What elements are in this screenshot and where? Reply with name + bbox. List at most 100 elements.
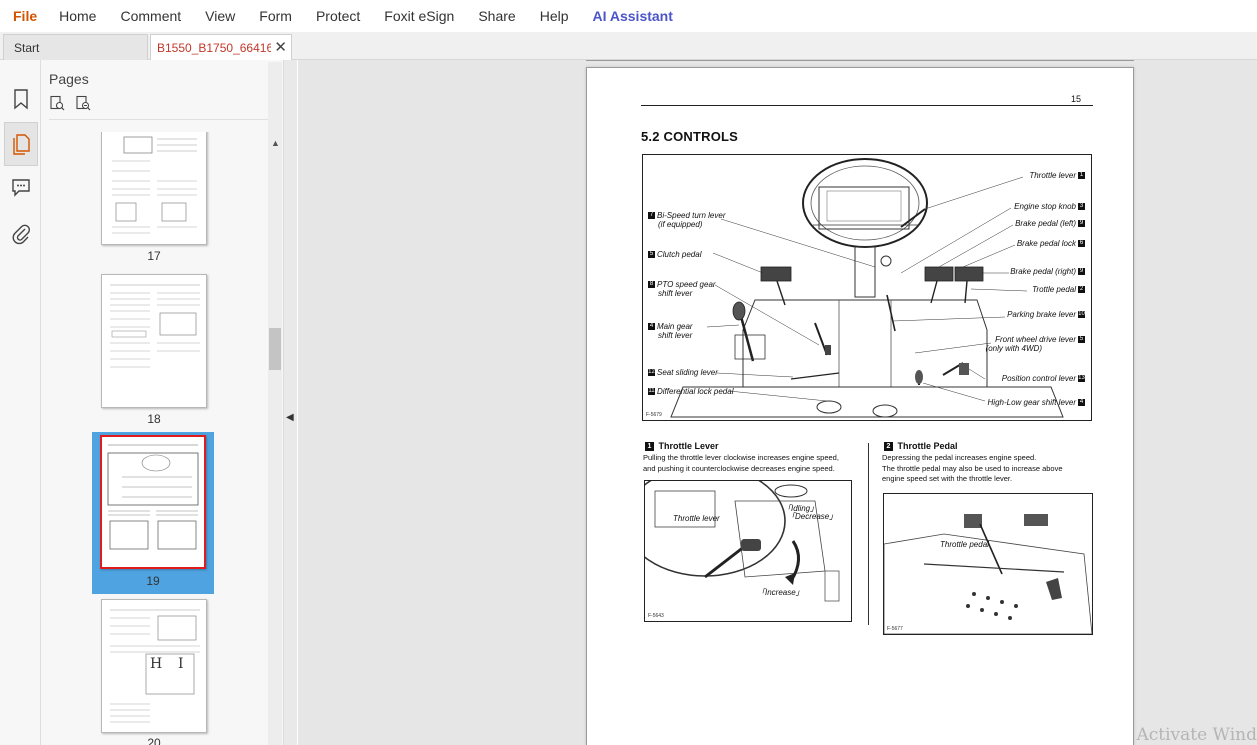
column-divider	[868, 443, 869, 625]
menu-help[interactable]: Help	[540, 8, 569, 24]
callout-pto-speed-gear-shift-lever: 8 PTO speed gear shift lever	[648, 280, 716, 298]
menu-comment[interactable]: Comment	[120, 8, 181, 24]
page-label-18: 18	[147, 412, 161, 426]
menu-ai-assistant[interactable]: AI Assistant	[593, 8, 673, 24]
callout-front-wheel-drive-lever: Front wheel drive lever 5	[995, 335, 1085, 344]
figure-label-throttle-pedal: Throttle pedal	[940, 540, 989, 549]
menu-file[interactable]: File	[13, 8, 37, 24]
callout-number: 13	[1078, 375, 1085, 383]
menu-bar: File Home Comment View Form Protect Foxi…	[0, 0, 1257, 32]
callout-position-control-lever: Position control lever 13	[1001, 374, 1085, 383]
scrollbar-thumb[interactable]	[269, 328, 281, 370]
figure-label-decrease: 「Decrease」	[787, 512, 838, 521]
callout-main-gear-shift-lever: 4 Main gear shift lever	[648, 322, 693, 340]
callout-number: 6	[1078, 240, 1085, 248]
page-thumbnail-17[interactable]	[101, 132, 207, 245]
callout-bi-speed-turn-lever: 7 Bi-Speed turn lever (if equipped)	[648, 211, 726, 229]
close-icon[interactable]: ✕	[274, 40, 287, 55]
throttle-lever-heading: 1 Throttle Lever	[643, 441, 719, 452]
menu-form[interactable]: Form	[259, 8, 292, 24]
scroll-up-icon[interactable]: ▲	[271, 138, 280, 148]
figure-label-increase: 「Increase」	[757, 588, 804, 597]
panel-title: Pages	[49, 71, 89, 87]
figure-code: F-5677	[887, 626, 903, 632]
callout-parking-brake-lever: Parking brake lever 10	[1007, 310, 1085, 319]
previous-page-edge	[586, 60, 1134, 61]
tab-document-label: B1550_B1750_66416-6...	[157, 40, 271, 55]
callout-number: 1	[1078, 172, 1085, 180]
callout-number: 11	[648, 388, 655, 396]
callout-number: 10	[1078, 311, 1085, 319]
page-thumbnail-19[interactable]	[100, 435, 206, 569]
tab-start[interactable]: Start	[3, 34, 148, 61]
throttle-pedal-drawing	[884, 514, 1092, 634]
page-label-20: 20	[147, 736, 161, 745]
activation-watermark: Activate Wind	[1136, 725, 1257, 745]
section-number: 2	[884, 442, 893, 452]
callout-only-with-4wd: (only with 4WD)	[985, 344, 1042, 353]
page-thumbnail-18[interactable]	[101, 274, 207, 408]
foxit-pdf-editor-window: File Home Comment View Form Protect Foxi…	[0, 0, 1257, 745]
pdf-page: 15 5.2 CONTROLS Throttle lever 1 Engine …	[586, 67, 1134, 745]
page-label-19: 19	[146, 574, 160, 588]
callout-brake-pedal-right: Brake pedal (right) 9	[1010, 267, 1085, 276]
menu-protect[interactable]: Protect	[316, 8, 360, 24]
panel-splitter[interactable]: ◀	[283, 60, 297, 745]
throttle-lever-text: Pulling the throttle lever clockwise inc…	[643, 453, 839, 473]
document-tab-bar: Start B1550_B1750_66416-6... ✕	[0, 32, 1257, 61]
figure-code: F-5679	[646, 412, 662, 418]
callout-number: 4	[1078, 399, 1085, 407]
callout-engine-stop-knob: Engine stop knob 3	[1014, 202, 1085, 211]
callout-seat-sliding-lever: 12 Seat sliding lever	[648, 368, 718, 377]
throttle-lever-figure: Throttle lever 「Idling」 「Decrease」 「Incr…	[644, 480, 852, 622]
svg-text:I: I	[178, 656, 184, 672]
throttle-pedal-text: Depressing the pedal increases engine sp…	[882, 453, 1063, 483]
callout-number: 9	[1078, 220, 1085, 228]
callout-trottle-pedal: Trottle pedal 2	[1032, 285, 1085, 294]
navigation-rail	[0, 60, 41, 745]
menu-share[interactable]: Share	[478, 8, 515, 24]
section-number: 1	[645, 442, 654, 452]
collapse-panel-icon[interactable]: ◀	[286, 412, 294, 423]
callout-throttle-lever: Throttle lever 1	[1029, 171, 1085, 180]
pages-icon[interactable]	[4, 122, 38, 166]
panel-divider	[49, 119, 276, 120]
callout-number: 8	[648, 281, 655, 289]
thumbnail-list[interactable]: 17 18 19 H I 20	[41, 132, 267, 745]
bookmark-icon[interactable]	[8, 86, 34, 112]
header-rule	[641, 105, 1093, 106]
page-options-icon[interactable]	[49, 95, 65, 116]
callout-number: 5	[1078, 336, 1085, 344]
panel-toolbar	[49, 95, 91, 116]
page-thumbnail-20[interactable]: H I	[101, 599, 207, 733]
callout-number: 12	[648, 369, 655, 377]
figure-code: F-5643	[648, 613, 664, 619]
tab-document[interactable]: B1550_B1750_66416-6... ✕	[150, 34, 292, 61]
selected-thumbnail-highlight[interactable]: 19	[92, 432, 214, 594]
page-number: 15	[1071, 94, 1082, 104]
attachment-icon[interactable]	[8, 221, 34, 247]
callout-number: 2	[1078, 286, 1085, 294]
callout-differential-lock-pedal: 11 Differential lock pedal	[648, 387, 734, 396]
throttle-pedal-heading: 2 Throttle Pedal	[882, 441, 958, 452]
document-view[interactable]: 15 5.2 CONTROLS Throttle lever 1 Engine …	[298, 60, 1257, 745]
menu-foxit-esign[interactable]: Foxit eSign	[384, 8, 454, 24]
page-label-17: 17	[147, 249, 161, 263]
pages-panel: Pages 17 18 19 H I 20	[41, 60, 283, 745]
zoom-thumbnail-icon[interactable]	[75, 95, 91, 116]
thumbnail-scrollbar[interactable]: ▲	[268, 62, 282, 745]
section-title: 5.2 CONTROLS	[641, 129, 739, 144]
svg-text:H: H	[150, 656, 162, 672]
throttle-lever-drawing	[645, 481, 840, 602]
callout-number: 7	[648, 212, 655, 220]
callout-clutch-pedal: 5 Clutch pedal	[648, 250, 702, 259]
menu-view[interactable]: View	[205, 8, 235, 24]
comment-icon[interactable]	[8, 174, 34, 200]
menu-home[interactable]: Home	[59, 8, 96, 24]
tab-start-label: Start	[14, 41, 40, 55]
throttle-pedal-figure: Throttle pedal F-5677	[883, 493, 1093, 635]
controls-diagram: Throttle lever 1 Engine stop knob 3 Brake …	[642, 154, 1092, 421]
callout-number: 4	[648, 323, 655, 331]
callout-brake-pedal-lock: Brake pedal lock 6	[1016, 239, 1085, 248]
figure-label-throttle-lever: Throttle lever	[673, 514, 720, 523]
